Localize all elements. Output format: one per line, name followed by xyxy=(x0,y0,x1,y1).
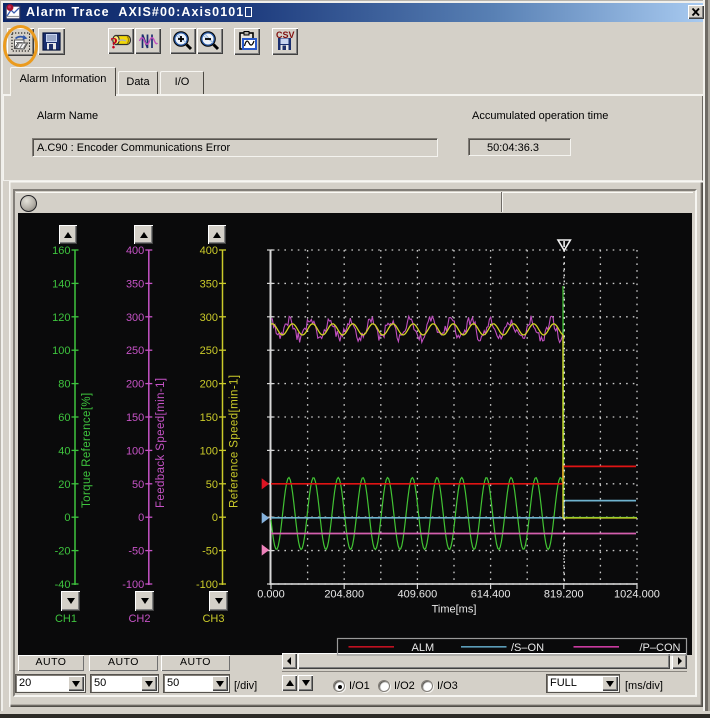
svg-text:-50: -50 xyxy=(202,546,218,558)
svg-text:350: 350 xyxy=(200,278,218,290)
svg-text:0: 0 xyxy=(138,512,144,524)
svg-text:819.200: 819.200 xyxy=(544,589,584,601)
svg-text:100: 100 xyxy=(200,445,218,457)
svg-text:400: 400 xyxy=(200,245,218,257)
svg-text:350: 350 xyxy=(126,278,144,290)
svg-text:60: 60 xyxy=(58,412,70,424)
svg-text:40: 40 xyxy=(58,445,70,457)
svg-text:200: 200 xyxy=(126,379,144,391)
svg-text:0: 0 xyxy=(64,512,70,524)
svg-text:100: 100 xyxy=(126,445,144,457)
svg-text:250: 250 xyxy=(200,345,218,357)
svg-text:-100: -100 xyxy=(196,579,218,591)
svg-text:80: 80 xyxy=(58,379,70,391)
svg-text:150: 150 xyxy=(200,412,218,424)
svg-text:-40: -40 xyxy=(55,579,71,591)
svg-text:0: 0 xyxy=(212,512,218,524)
svg-text:1024.000: 1024.000 xyxy=(614,589,660,601)
svg-text:Reference Speed[min-1]: Reference Speed[min-1] xyxy=(229,375,241,508)
svg-text:50: 50 xyxy=(132,479,144,491)
svg-text:50: 50 xyxy=(206,479,218,491)
svg-text:CH1: CH1 xyxy=(55,613,77,625)
svg-text:160: 160 xyxy=(52,245,70,257)
svg-text:409.600: 409.600 xyxy=(398,589,438,601)
svg-text:0.000: 0.000 xyxy=(257,589,285,601)
svg-text:300: 300 xyxy=(126,312,144,324)
svg-text:204.800: 204.800 xyxy=(324,589,364,601)
svg-text:614.400: 614.400 xyxy=(471,589,511,601)
svg-text:200: 200 xyxy=(200,379,218,391)
svg-text:300: 300 xyxy=(200,312,218,324)
svg-text:ALM: ALM xyxy=(412,642,435,654)
svg-text:140: 140 xyxy=(52,278,70,290)
svg-text:/P–CON: /P–CON xyxy=(640,642,681,654)
svg-text:Time[ms]: Time[ms] xyxy=(432,604,477,616)
svg-text:/S–ON: /S–ON xyxy=(511,642,544,654)
svg-text:-100: -100 xyxy=(122,579,144,591)
svg-text:100: 100 xyxy=(52,345,70,357)
svg-text:CH2: CH2 xyxy=(128,613,150,625)
svg-text:Feedback Speed[min-1]: Feedback Speed[min-1] xyxy=(155,378,167,509)
svg-text:120: 120 xyxy=(52,312,70,324)
svg-text:20: 20 xyxy=(58,479,70,491)
svg-text:400: 400 xyxy=(126,245,144,257)
svg-text:-50: -50 xyxy=(128,546,144,558)
svg-text:250: 250 xyxy=(126,345,144,357)
svg-text:-20: -20 xyxy=(55,546,71,558)
svg-text:150: 150 xyxy=(126,412,144,424)
svg-text:CH3: CH3 xyxy=(202,613,224,625)
svg-text:Torque Reference[%]: Torque Reference[%] xyxy=(81,392,93,508)
